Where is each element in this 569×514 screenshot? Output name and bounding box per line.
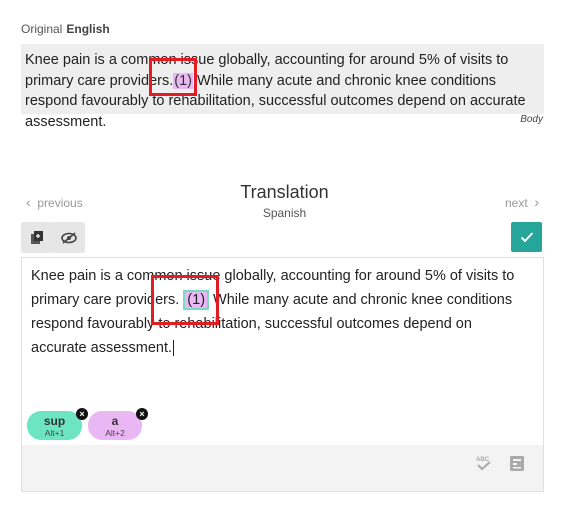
copy-source-button[interactable] [21, 222, 53, 253]
tag-a[interactable]: a Alt+2 × [88, 408, 148, 440]
translation-editor[interactable]: Knee pain is a common issue globally, ac… [21, 257, 544, 492]
eye-off-icon [61, 231, 77, 244]
translation-title: Translation [240, 182, 329, 202]
tag-sup-label: sup [43, 414, 66, 428]
confirm-button[interactable] [511, 222, 542, 252]
glossary-icon[interactable] [510, 456, 524, 471]
original-label: Original [21, 22, 63, 36]
spellcheck-icon[interactable]: ABC [475, 455, 493, 471]
close-icon[interactable]: × [76, 408, 88, 420]
original-header: Original English [21, 22, 110, 36]
original-text-box: Knee pain is a common issue globally, ac… [21, 44, 544, 130]
original-language: English [66, 22, 110, 36]
tag-a-shortcut: Alt+2 [105, 428, 125, 438]
tag-a-label: a [111, 414, 119, 428]
editor-footer: ABC [22, 445, 543, 491]
hide-button[interactable] [53, 222, 85, 253]
check-icon [520, 232, 533, 243]
tag-sup-shortcut: Alt+1 [44, 428, 65, 438]
copy-source-icon [31, 230, 43, 244]
translation-language: Spanish [262, 206, 307, 220]
highlight-box-original [149, 58, 197, 96]
text-caret [173, 340, 175, 357]
highlight-box-translation [151, 275, 219, 325]
close-icon[interactable]: × [136, 408, 148, 420]
tag-sup[interactable]: sup Alt+1 × [27, 408, 88, 440]
next-link[interactable]: next › [505, 194, 539, 210]
next-label: next [504, 196, 528, 210]
chevron-right-icon: › [534, 194, 539, 210]
original-tag: Body [520, 114, 543, 125]
svg-text:ABC: ABC [476, 457, 490, 463]
translation-text[interactable]: Knee pain is a common issue globally, ac… [31, 264, 531, 360]
